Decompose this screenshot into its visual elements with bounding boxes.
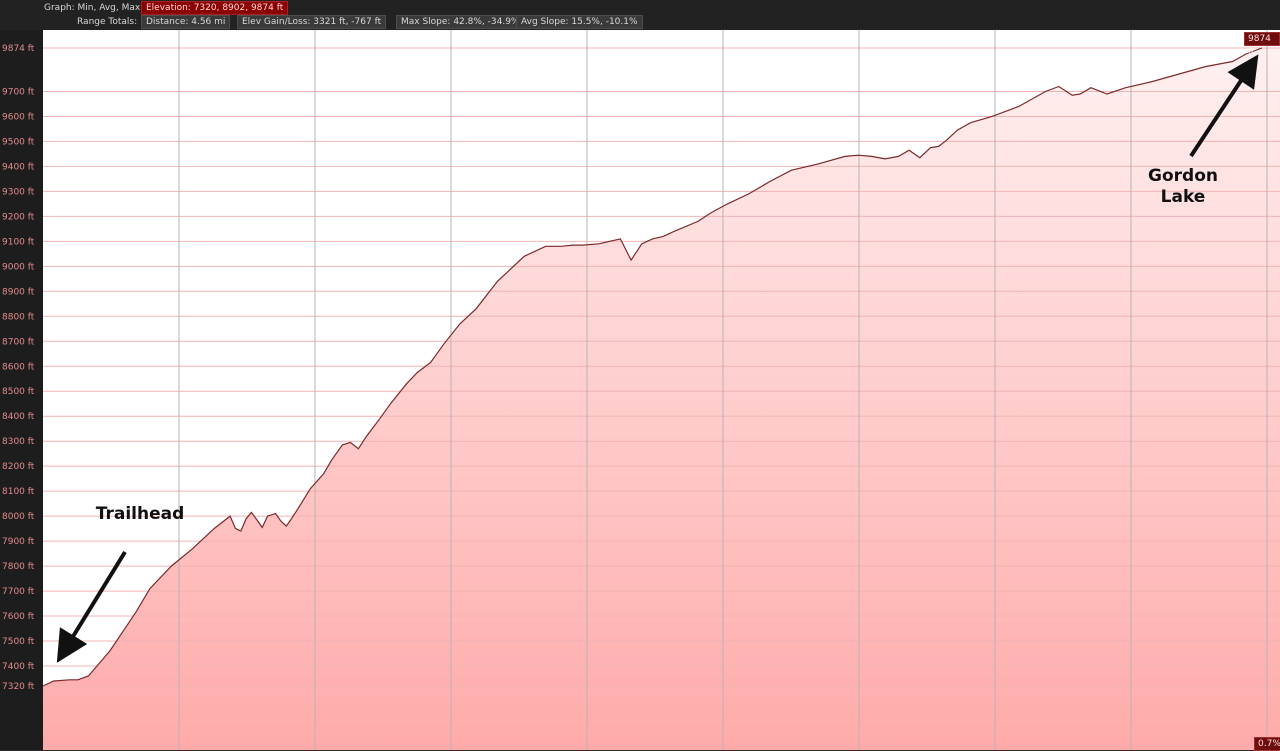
range-totals-label: Range Totals: bbox=[77, 17, 138, 27]
y-tick-label: 9600 ft bbox=[2, 112, 35, 122]
y-tick-label: 7800 ft bbox=[2, 562, 35, 572]
y-tick-label: 8700 ft bbox=[2, 337, 35, 347]
y-tick-label: 8800 ft bbox=[2, 312, 35, 322]
trailhead-annotation: Trailhead bbox=[95, 504, 185, 524]
y-tick-label: 7600 ft bbox=[2, 612, 35, 622]
avg-slope-stat: Avg Slope: 15.5%, -10.1% bbox=[516, 15, 643, 29]
elevation-profile-chart[interactable]: 7320 ft 7400 ft 7500 ft 7600 ft 7700 ft 7800 … bbox=[0, 30, 1280, 750]
y-tick-label: 7320 ft bbox=[2, 682, 35, 692]
y-tick-label: 8500 ft bbox=[2, 387, 35, 397]
max-slope-stat: Max Slope: 42.8%, -34.9% bbox=[396, 15, 525, 29]
distance-stat: Distance: 4.56 mi bbox=[141, 15, 231, 29]
y-tick-label: 9400 ft bbox=[2, 162, 35, 172]
stats-bar: Graph: Min, Avg, Max Elevation: 7320, 89… bbox=[0, 0, 1280, 30]
y-tick-label: 8100 ft bbox=[2, 487, 35, 497]
y-tick-label: 9300 ft bbox=[2, 187, 35, 197]
y-tick-label: 7500 ft bbox=[2, 637, 35, 647]
y-tick-label: 8400 ft bbox=[2, 412, 35, 422]
y-tick-label: 9100 ft bbox=[2, 237, 35, 247]
y-tick-label: 9500 ft bbox=[2, 137, 35, 147]
y-tick-label: 8600 ft bbox=[2, 362, 35, 372]
y-tick-label: 9000 ft bbox=[2, 262, 35, 272]
gordon-lake-annotation: Gordon Lake bbox=[1148, 166, 1218, 207]
y-tick-label: 9874 ft bbox=[2, 44, 35, 54]
y-tick-label: 9200 ft bbox=[2, 212, 35, 222]
y-tick-label: 7400 ft bbox=[2, 662, 35, 672]
y-tick-label: 8000 ft bbox=[2, 512, 35, 522]
y-tick-label: 9700 ft bbox=[2, 87, 35, 97]
slope-readout-badge: 0.7% bbox=[1254, 737, 1280, 751]
y-tick-label: 8200 ft bbox=[2, 462, 35, 472]
y-tick-label: 8300 ft bbox=[2, 437, 35, 447]
y-tick-label: 8900 ft bbox=[2, 287, 35, 297]
graph-label: Graph: Min, Avg, Max bbox=[44, 3, 141, 13]
max-elevation-badge: 9874 ft bbox=[1244, 32, 1280, 56]
y-tick-label: 7900 ft bbox=[2, 537, 35, 547]
elevation-stat: Elevation: 7320, 8902, 9874 ft bbox=[141, 1, 289, 15]
elev-gain-loss-stat: Elev Gain/Loss: 3321 ft, -767 ft bbox=[237, 15, 387, 29]
y-tick-label: 7700 ft bbox=[2, 587, 35, 597]
